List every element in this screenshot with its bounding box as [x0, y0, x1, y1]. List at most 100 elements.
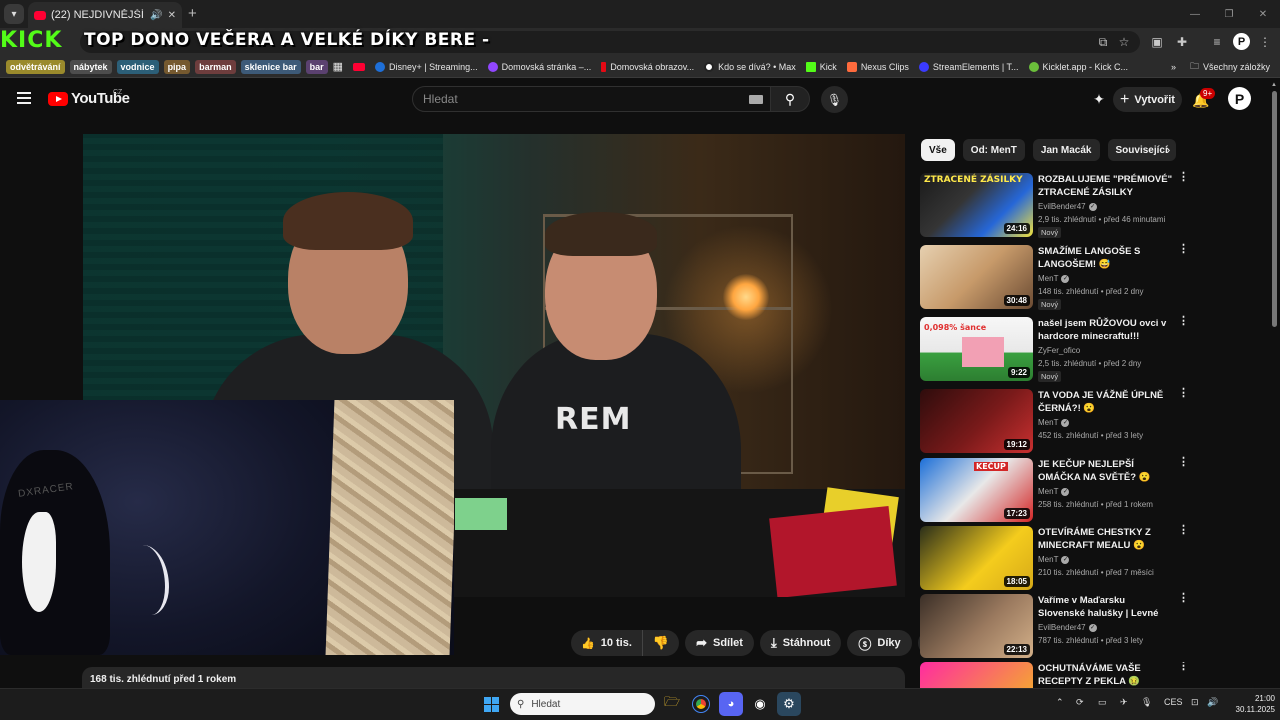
bookmark-chip[interactable]: vodnice — [116, 59, 159, 74]
sync-icon[interactable]: ⟳ — [1076, 697, 1084, 708]
close-tab-icon[interactable]: ✕ — [168, 10, 176, 21]
channel-name[interactable]: MenT ✓ — [1038, 555, 1070, 564]
apps-grid-icon[interactable]: ▦ — [333, 60, 343, 73]
dislike-button[interactable]: 👎 — [643, 630, 679, 656]
channel-name[interactable]: EvilBender47 ✓ — [1038, 623, 1097, 632]
extension-icon[interactable]: ▣ — [1149, 34, 1165, 50]
video-thumbnail[interactable]: ZTRACENÉ ZÁSILKY 24:16 — [920, 173, 1033, 237]
language-indicator[interactable]: CES — [1164, 697, 1183, 707]
bookmark-item[interactable]: StreamElements | T... — [918, 61, 1019, 72]
page-scrollbar[interactable] — [1272, 91, 1277, 327]
more-options-icon[interactable]: ⋮ — [1178, 388, 1189, 399]
video-title[interactable]: OTEVÍRÁME CHESTKY Z MINECRAFT MEALU 😮 — [1038, 526, 1173, 552]
youtube-bookmark-icon[interactable] — [353, 62, 366, 71]
cast-puzzle-icon[interactable]: ✦ — [1088, 88, 1110, 110]
bookmark-item[interactable]: Kick — [805, 61, 837, 72]
channel-name[interactable]: MenT ✓ — [1038, 418, 1070, 427]
keyboard-icon[interactable] — [749, 95, 763, 104]
steam-icon[interactable]: ⚙ — [777, 692, 801, 716]
recommendation-item[interactable]: KEČUP 17:23 JE KEČUP NEJLEPŠÍ OMÁČKA NA … — [920, 457, 1195, 522]
more-options-icon[interactable]: ⋮ — [1178, 172, 1189, 183]
bookmark-chip[interactable]: bar — [305, 59, 328, 74]
bookmark-chip[interactable]: odvětrávání — [6, 59, 65, 74]
discord-icon[interactable]: ◕ — [719, 692, 743, 716]
video-thumbnail[interactable]: 0,098% šance 9:22 — [920, 317, 1033, 381]
channel-name[interactable]: EvilBender47 ✓ — [1038, 202, 1097, 211]
recommendation-item[interactable]: 19:12 TA VODA JE VÁŽNĚ ÚPLNĚ ČERNÁ?! 😮 M… — [920, 388, 1195, 453]
puzzle-icon[interactable]: ✚ — [1174, 34, 1190, 50]
more-options-icon[interactable]: ⋮ — [1178, 457, 1189, 468]
scroll-up-arrow[interactable]: ▲ — [1271, 82, 1277, 88]
speaker-icon[interactable]: 🔊 — [150, 10, 162, 21]
tab-search-menu[interactable]: ▾ — [4, 4, 24, 24]
bookmark-star-icon[interactable]: ☆ — [1116, 34, 1132, 50]
video-thumbnail[interactable]: 30:48 — [920, 245, 1033, 309]
search-button[interactable]: ⚲ — [770, 86, 810, 112]
recommendation-item[interactable]: 18:05 OTEVÍRÁME CHESTKY Z MINECRAFT MEAL… — [920, 525, 1195, 590]
recommendation-item[interactable]: ZTRACENÉ ZÁSILKY 24:16 ROZBALUJEME "PRÉM… — [920, 172, 1195, 238]
recommendation-item[interactable]: 22:13 Vaříme v Maďarsku Slovenské halušk… — [920, 593, 1195, 658]
new-tab-button[interactable]: + — [188, 5, 197, 22]
browser-profile-icon[interactable]: P — [1233, 33, 1250, 50]
video-title[interactable]: našel jsem RŮŽOVOU ovci v hardcore minec… — [1038, 317, 1173, 343]
thanks-button[interactable]: ⓢ Díky — [847, 630, 912, 656]
share-button[interactable]: ➦ Sdílet — [685, 630, 754, 656]
more-options-icon[interactable]: ⋮ — [1178, 244, 1189, 255]
browser-tab-youtube[interactable]: (22) NEJDIVNĚJŠÍ OCHUTNÁVKA 🔊 ✕ — [28, 2, 182, 28]
chevron-right-icon[interactable]: › — [1166, 142, 1170, 157]
recommendation-item[interactable]: OCHUTNÁVÁME VAŠE RECEPTY Z PEKLA 🤢 ⋮ — [920, 662, 1195, 688]
restore-icon[interactable]: ❐ — [1212, 0, 1246, 28]
bookmarks-overflow-button[interactable]: » — [1171, 62, 1176, 72]
filter-chip[interactable]: Od: MenT — [962, 139, 1025, 161]
bookmark-item[interactable]: Nexus Clips — [846, 61, 909, 72]
voice-search-button[interactable]: 🎙 — [821, 86, 848, 113]
video-thumbnail[interactable]: 18:05 — [920, 526, 1033, 590]
bookmark-chip[interactable]: nábytek — [69, 59, 112, 74]
minimize-icon[interactable]: — — [1178, 0, 1212, 28]
bookmark-chip[interactable]: barman — [195, 59, 236, 74]
all-bookmarks-button[interactable]: 🗀 Všechny záložky — [1190, 59, 1270, 75]
bookmark-chip[interactable]: pipa — [163, 59, 191, 74]
bookmark-item[interactable]: Domovská stránka –... — [487, 61, 591, 72]
avatar[interactable]: P — [1228, 87, 1251, 110]
obs-icon[interactable]: ◉ — [748, 692, 772, 716]
bookmark-item[interactable]: Disney+ | Streaming... — [375, 61, 478, 72]
filter-chip[interactable]: Jan Macák — [1032, 139, 1100, 161]
media-control-icon[interactable]: ≡ — [1209, 34, 1225, 50]
more-options-icon[interactable]: ⋮ — [1178, 316, 1189, 327]
taskbar-search-input[interactable]: ⚲ Hledat — [510, 693, 655, 715]
more-options-icon[interactable]: ⋮ — [1178, 525, 1189, 536]
bookmark-item[interactable]: Domovská obrazov... — [601, 61, 694, 72]
close-window-icon[interactable]: ✕ — [1246, 0, 1280, 28]
video-title[interactable]: SMAŽÍME LANGOŠE S LANGOŠEM! 😅 — [1038, 245, 1173, 271]
channel-name[interactable]: MenT ✓ — [1038, 274, 1070, 283]
more-options-icon[interactable]: ⋮ — [1178, 593, 1189, 604]
download-button[interactable]: ⤓ Stáhnout — [759, 630, 842, 656]
video-thumbnail[interactable]: KEČUP 17:23 — [920, 458, 1033, 522]
bookmark-item[interactable]: Kdo se dívá? • Max — [704, 61, 796, 72]
more-options-icon[interactable]: ⋮ — [1178, 662, 1189, 672]
channel-name[interactable]: ZyFer_ofico — [1038, 346, 1080, 355]
microphone-icon[interactable]: 🎙 — [1141, 697, 1152, 708]
bookmark-chip[interactable]: sklenice bar — [240, 59, 301, 74]
network-icon[interactable]: ▭ — [1098, 697, 1107, 708]
create-button[interactable]: + Vytvořit — [1113, 87, 1182, 112]
search-input[interactable]: Hledat — [412, 86, 771, 112]
system-clock[interactable]: 21:00 30.11.2025 — [1225, 693, 1275, 715]
video-thumbnail[interactable]: 22:13 — [920, 594, 1033, 658]
chrome-icon[interactable] — [689, 692, 713, 716]
wifi-icon[interactable]: ⊡ — [1191, 697, 1199, 708]
bookmark-item[interactable]: Kicklet.app - Kick C... — [1028, 61, 1128, 72]
tray-app-icon[interactable]: ✈ — [1120, 697, 1128, 708]
channel-name[interactable]: MenT ✓ — [1038, 487, 1070, 496]
video-title[interactable]: ROZBALUJEME "PRÉMIOVÉ" ZTRACENÉ ZÁSILKY — [1038, 173, 1173, 199]
like-button[interactable]: 👍 10 tis. — [571, 630, 643, 656]
install-app-icon[interactable]: ⧉ — [1095, 34, 1111, 50]
volume-icon[interactable]: 🔊 — [1207, 697, 1218, 708]
video-title[interactable]: OCHUTNÁVÁME VAŠE RECEPTY Z PEKLA 🤢 — [1038, 662, 1173, 688]
video-title[interactable]: Vaříme v Maďarsku Slovenské halušky | Le… — [1038, 594, 1173, 620]
filter-chip[interactable]: Vše — [921, 139, 955, 161]
windows-start-icon[interactable] — [484, 697, 499, 712]
video-thumbnail[interactable]: 19:12 — [920, 389, 1033, 453]
video-title[interactable]: JE KEČUP NEJLEPŠÍ OMÁČKA NA SVĚTĚ? 😮 — [1038, 458, 1173, 484]
